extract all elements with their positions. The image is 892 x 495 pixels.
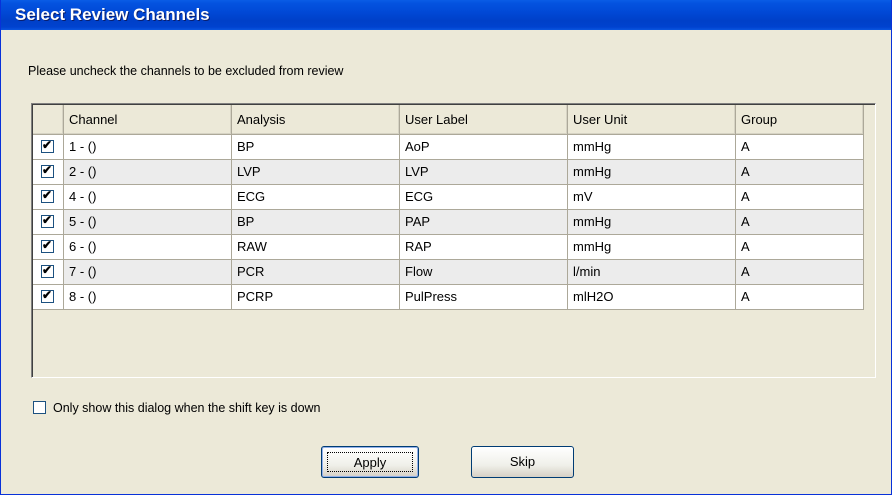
header-user-label[interactable]: User Label <box>400 105 568 135</box>
cell-group[interactable]: A <box>736 260 864 285</box>
cell-user-label[interactable]: Flow <box>400 260 568 285</box>
header-checkbox-column[interactable] <box>33 105 64 135</box>
include-checkbox[interactable] <box>41 188 54 203</box>
cell-user-label[interactable]: ECG <box>400 185 568 210</box>
cell-group[interactable]: A <box>736 185 864 210</box>
cell-user-unit[interactable]: mmHg <box>568 235 736 260</box>
cell-user-unit[interactable]: l/min <box>568 260 736 285</box>
instruction-text: Please uncheck the channels to be exclud… <box>28 64 344 78</box>
cell-channel[interactable]: 8 - () <box>64 285 232 310</box>
header-user-unit[interactable]: User Unit <box>568 105 736 135</box>
dialog-window: Select Review Channels Please uncheck th… <box>0 0 892 495</box>
cell-group[interactable]: A <box>736 160 864 185</box>
include-checkbox[interactable] <box>41 288 54 303</box>
cell-include <box>33 285 64 310</box>
cell-user-unit[interactable]: mmHg <box>568 210 736 235</box>
apply-button-label: Apply <box>327 452 413 472</box>
cell-include <box>33 210 64 235</box>
cell-channel[interactable]: 5 - () <box>64 210 232 235</box>
cell-user-unit[interactable]: mV <box>568 185 736 210</box>
cell-analysis[interactable]: BP <box>232 210 400 235</box>
cell-channel[interactable]: 2 - () <box>64 160 232 185</box>
cell-user-label[interactable]: AoP <box>400 135 568 160</box>
cell-group[interactable]: A <box>736 235 864 260</box>
include-checkbox[interactable] <box>41 238 54 253</box>
cell-channel[interactable]: 7 - () <box>64 260 232 285</box>
channel-grid: Channel Analysis User Label User Unit Gr… <box>31 103 876 378</box>
include-checkbox[interactable] <box>41 138 54 153</box>
cell-user-label[interactable]: PAP <box>400 210 568 235</box>
include-checkbox[interactable] <box>41 163 54 178</box>
shift-key-label: Only show this dialog when the shift key… <box>53 401 321 415</box>
cell-channel[interactable]: 4 - () <box>64 185 232 210</box>
cell-analysis[interactable]: BP <box>232 135 400 160</box>
cell-analysis[interactable]: ECG <box>232 185 400 210</box>
include-checkbox[interactable] <box>41 213 54 228</box>
cell-analysis[interactable]: LVP <box>232 160 400 185</box>
shift-key-checkbox[interactable] <box>33 401 46 414</box>
header-analysis[interactable]: Analysis <box>232 105 400 135</box>
cell-analysis[interactable]: PCRP <box>232 285 400 310</box>
cell-user-unit[interactable]: mlH2O <box>568 285 736 310</box>
cell-include <box>33 260 64 285</box>
cell-include <box>33 135 64 160</box>
skip-button[interactable]: Skip <box>471 446 574 478</box>
include-checkbox[interactable] <box>41 263 54 278</box>
title-bar[interactable]: Select Review Channels <box>1 0 891 30</box>
cell-channel[interactable]: 6 - () <box>64 235 232 260</box>
cell-group[interactable]: A <box>736 210 864 235</box>
cell-include <box>33 160 64 185</box>
cell-include <box>33 185 64 210</box>
cell-user-unit[interactable]: mmHg <box>568 160 736 185</box>
cell-group[interactable]: A <box>736 135 864 160</box>
header-group[interactable]: Group <box>736 105 864 135</box>
cell-user-unit[interactable]: mmHg <box>568 135 736 160</box>
header-channel[interactable]: Channel <box>64 105 232 135</box>
cell-user-label[interactable]: RAP <box>400 235 568 260</box>
cell-channel[interactable]: 1 - () <box>64 135 232 160</box>
cell-user-label[interactable]: PulPress <box>400 285 568 310</box>
cell-analysis[interactable]: RAW <box>232 235 400 260</box>
cell-include <box>33 235 64 260</box>
apply-button[interactable]: Apply <box>321 446 419 478</box>
cell-analysis[interactable]: PCR <box>232 260 400 285</box>
cell-user-label[interactable]: LVP <box>400 160 568 185</box>
cell-group[interactable]: A <box>736 285 864 310</box>
window-title: Select Review Channels <box>15 5 210 24</box>
